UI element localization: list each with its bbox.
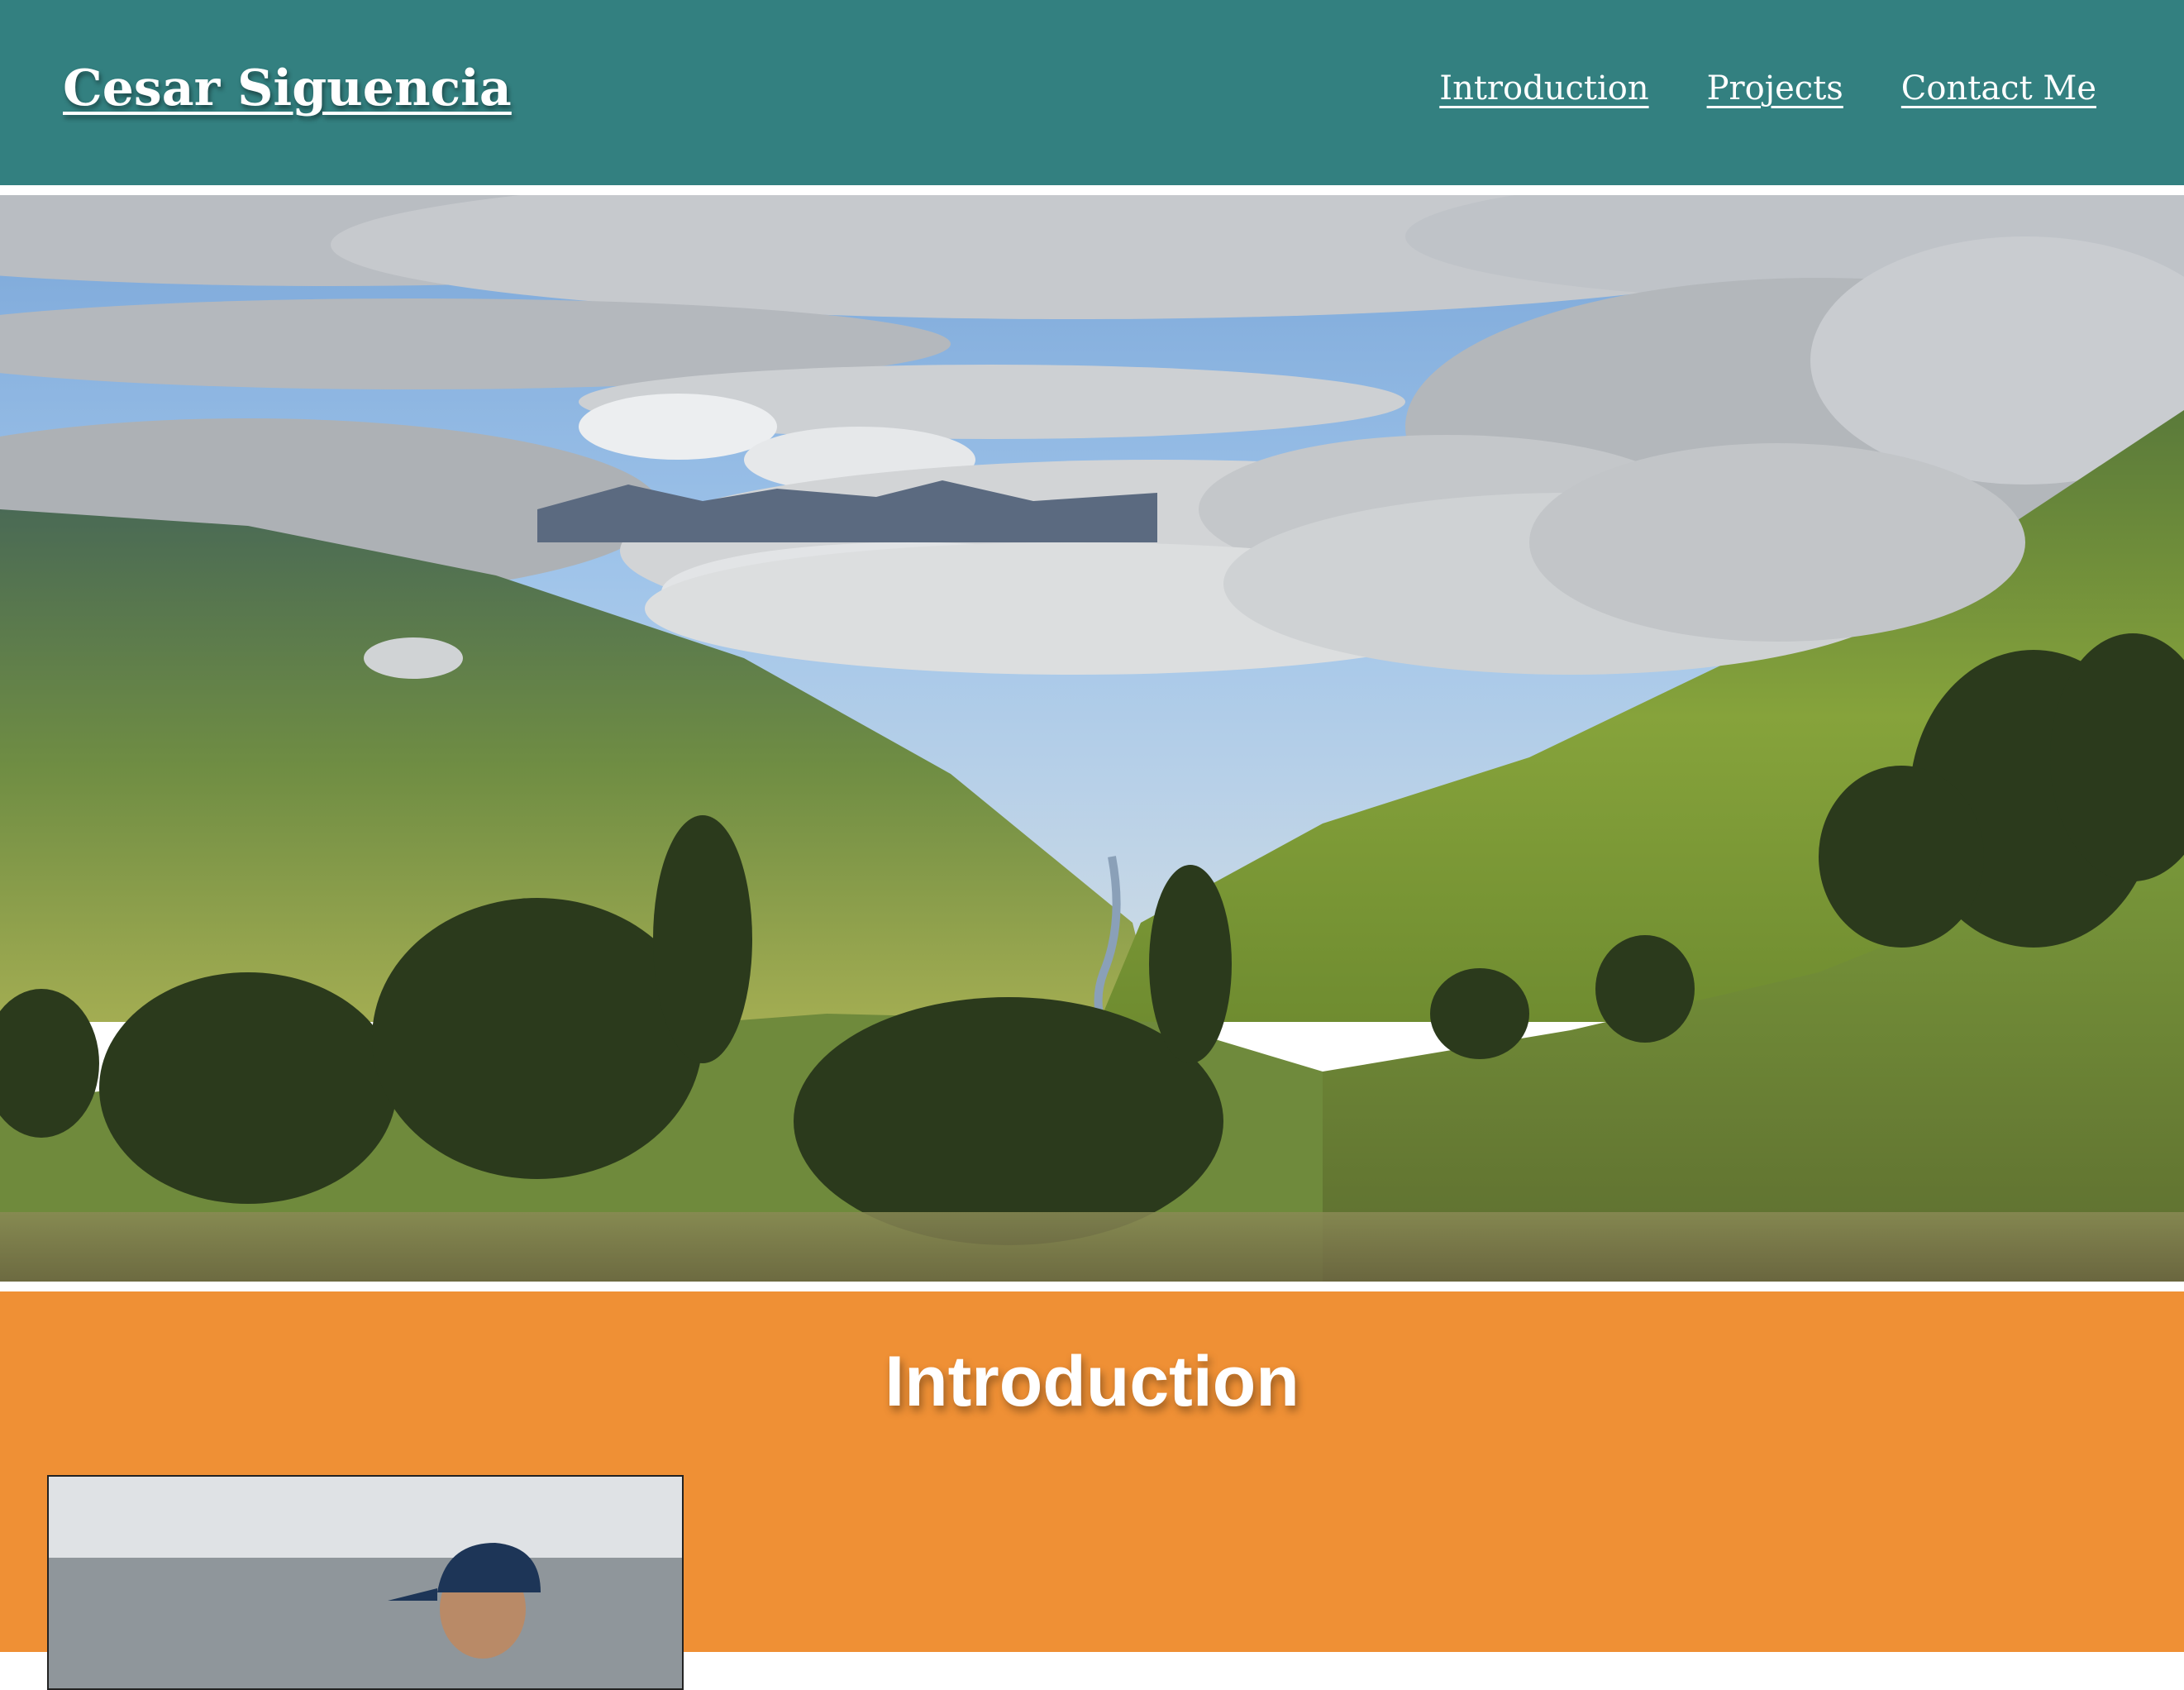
hero-landscape-image <box>0 193 2184 1285</box>
portrait-photo <box>47 1475 684 1690</box>
site-title-link[interactable]: Cesar Siguencia <box>63 60 512 117</box>
landscape-illustration <box>0 195 2184 1285</box>
hero-bottom-border <box>0 1282 2184 1285</box>
portrait-sky <box>49 1477 682 1559</box>
introduction-section: Introduction <box>0 1291 2184 1690</box>
main-nav: Introduction Projects Contact Me <box>1439 69 2096 107</box>
nav-link-introduction[interactable]: Introduction <box>1439 69 1648 107</box>
site-header: Cesar Siguencia Introduction Projects Co… <box>0 0 2184 185</box>
portrait-illustration <box>49 1477 682 1688</box>
nav-link-contact-me[interactable]: Contact Me <box>1901 69 2096 107</box>
introduction-heading: Introduction <box>885 1342 1299 1421</box>
nav-link-projects[interactable]: Projects <box>1707 69 1843 107</box>
dry-grass <box>0 1212 2184 1285</box>
portrait-sea <box>49 1558 682 1688</box>
